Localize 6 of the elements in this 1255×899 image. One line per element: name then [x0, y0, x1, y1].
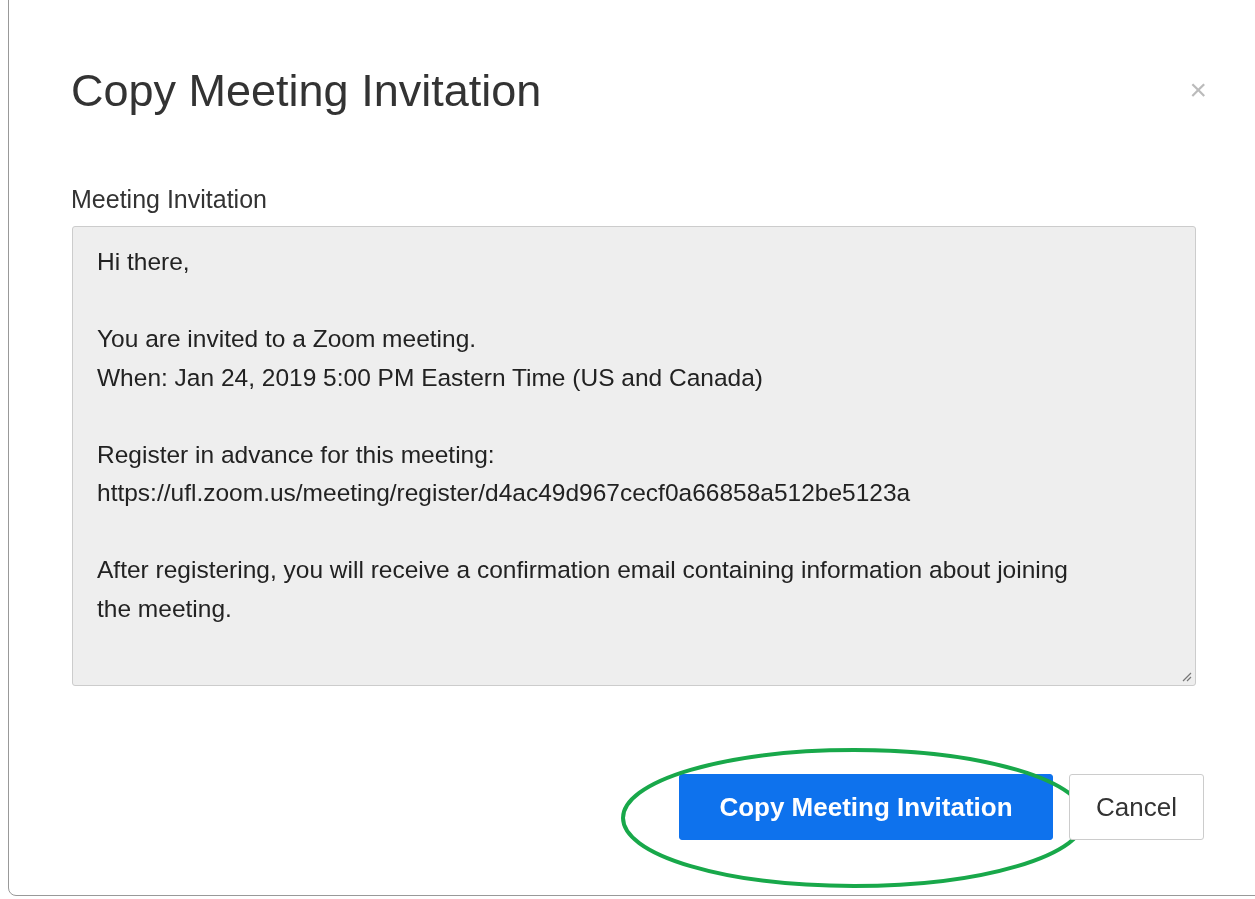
resize-grip-icon[interactable]: [1180, 670, 1192, 682]
field-label: Meeting Invitation: [71, 185, 267, 214]
dialog-title: Copy Meeting Invitation: [71, 65, 542, 117]
copy-button[interactable]: Copy Meeting Invitation: [679, 774, 1053, 840]
invitation-field[interactable]: Hi there, You are invited to a Zoom meeting. When: Jan 24, 2019 5:00 PM Eastern Time (US and Canada) Register in advance for this meeting: https://ufl.zoom.us/meeting/register/d4ac49d967cecf0a66858a512be5123a After registering, you will receive a confirmation email containing information about joining the meeting.: [72, 226, 1196, 686]
cancel-button[interactable]: Cancel: [1069, 774, 1204, 840]
